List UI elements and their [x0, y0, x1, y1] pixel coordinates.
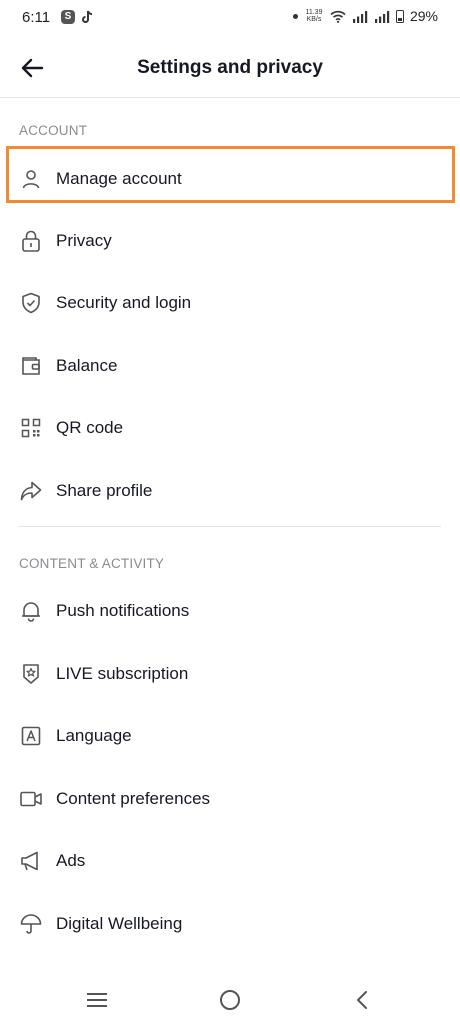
back-icon: [357, 991, 367, 1009]
recents-button[interactable]: [81, 984, 113, 1016]
menu-item-language[interactable]: Language: [0, 708, 460, 764]
menu-item-content-preferences[interactable]: Content preferences: [0, 771, 460, 827]
menu-item-ads[interactable]: Ads: [0, 833, 460, 889]
menu-item-privacy[interactable]: Privacy: [0, 213, 460, 269]
signal-icon-2: [374, 10, 390, 23]
status-bar: 6:11 S 11.39 KB/s 29%: [0, 0, 460, 36]
menu-label: Ads: [56, 851, 86, 870]
tiktok-icon: [82, 10, 93, 23]
menu-item-balance[interactable]: Balance: [0, 338, 460, 394]
menu-label: Security and login: [56, 293, 192, 312]
battery-level: 29%: [409, 8, 438, 24]
shield-check-icon: [19, 291, 43, 315]
language-icon: [19, 724, 43, 748]
section-header-account: ACCOUNT: [19, 123, 88, 138]
dot-icon: [292, 13, 298, 19]
menu-item-qr-code[interactable]: QR code: [0, 400, 460, 456]
menu-label: Balance: [56, 356, 118, 375]
skype-icon: S: [61, 10, 75, 24]
menu-item-security-and-login[interactable]: Security and login: [0, 275, 460, 331]
status-time: 6:11: [22, 9, 51, 26]
notification-icons: S: [61, 10, 94, 24]
menu-item-share-profile[interactable]: Share profile: [0, 463, 460, 519]
menu-label: QR code: [56, 418, 124, 437]
recents-icon: [87, 993, 107, 1007]
wifi-icon: [330, 10, 346, 23]
qr-code-icon: [19, 416, 43, 440]
menu-label: Push notifications: [56, 601, 190, 620]
menu-label: Share profile: [56, 481, 153, 500]
live-badge-icon: [19, 662, 43, 686]
megaphone-icon: [19, 849, 43, 873]
menu-label: Digital Wellbeing: [56, 914, 183, 933]
menu-item-live-subscription[interactable]: LIVE subscription: [0, 646, 460, 702]
battery-icon: [395, 9, 404, 23]
header: Settings and privacy: [0, 36, 460, 98]
home-button[interactable]: [214, 984, 246, 1016]
section-divider: [19, 526, 441, 527]
menu-label: LIVE subscription: [56, 664, 189, 683]
menu-label: Manage account: [56, 169, 182, 188]
page-title: Settings and privacy: [137, 57, 323, 78]
system-nav-bar: [0, 972, 460, 1024]
menu-label: Language: [56, 726, 132, 745]
signal-icon-1: [352, 10, 368, 23]
section-header-content-activity: CONTENT & ACTIVITY: [19, 556, 165, 571]
person-icon: [19, 167, 43, 191]
menu-item-digital-wellbeing[interactable]: Digital Wellbeing: [0, 896, 460, 952]
bell-icon: [19, 599, 43, 623]
lock-icon: [19, 229, 43, 253]
menu-item-manage-account[interactable]: Manage account: [0, 151, 460, 207]
menu-item-push-notifications[interactable]: Push notifications: [0, 583, 460, 639]
nav-back-button[interactable]: [346, 984, 378, 1016]
menu-label: Content preferences: [56, 789, 211, 808]
menu-label: Privacy: [56, 231, 112, 250]
share-arrow-icon: [19, 479, 43, 503]
status-right: 11.39 KB/s 29%: [292, 8, 438, 24]
home-icon: [220, 990, 240, 1010]
video-camera-icon: [19, 787, 43, 811]
wallet-icon: [19, 354, 43, 378]
network-speed: 11.39 KB/s: [305, 9, 323, 23]
umbrella-icon: [19, 912, 43, 936]
